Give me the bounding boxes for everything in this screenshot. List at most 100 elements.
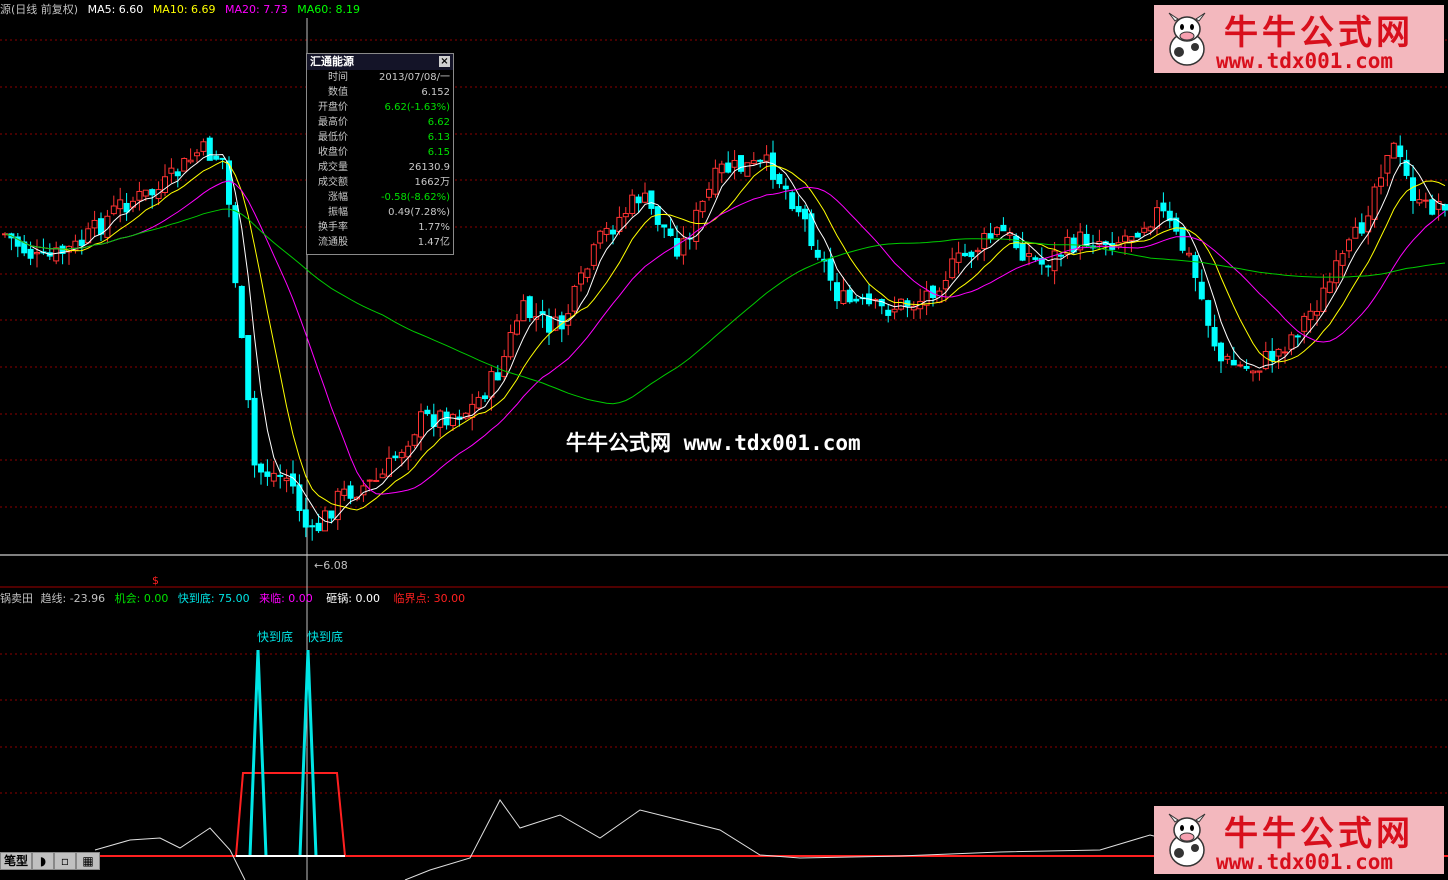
- cow-icon: [1168, 813, 1206, 867]
- popup-row-label: 振幅: [328, 207, 348, 218]
- candle-body: [1154, 207, 1160, 229]
- candle-body: [219, 157, 226, 160]
- candle-body: [891, 308, 898, 313]
- candle-body: [245, 335, 252, 401]
- sell-marker: $: [152, 574, 159, 587]
- chart-type-button[interactable]: 笔型: [0, 852, 32, 870]
- candle-body: [546, 315, 552, 333]
- candle-body: [789, 192, 796, 210]
- candle-body: [712, 167, 719, 195]
- moon-icon[interactable]: ◗: [32, 852, 54, 870]
- site-logo: 牛牛公式网 www.tdx001.com: [1154, 5, 1444, 73]
- candle-body: [168, 167, 175, 174]
- candle-body: [1275, 348, 1282, 357]
- candle-body: [1326, 281, 1333, 293]
- candle-body: [1243, 365, 1250, 369]
- candle-body: [1122, 235, 1128, 243]
- candle-body: [507, 332, 514, 358]
- candle-body: [213, 155, 220, 160]
- candle-body: [955, 252, 962, 263]
- candle-body: [1256, 370, 1263, 373]
- candle-body: [392, 455, 399, 459]
- popup-row-value: 6.152: [421, 87, 450, 98]
- candle-body: [1160, 202, 1167, 212]
- candle-body: [1333, 260, 1340, 284]
- min-price-label: ←6.08: [314, 559, 348, 572]
- candle-body: [1314, 310, 1320, 316]
- candle-body: [706, 188, 712, 198]
- candle-body: [1205, 300, 1212, 326]
- candle-body: [1173, 217, 1180, 232]
- candle-body: [776, 174, 783, 185]
- candle-body: [1390, 142, 1397, 159]
- candle-body: [53, 247, 60, 262]
- candle-body: [597, 230, 604, 244]
- trend-line: [404, 799, 1201, 880]
- candle-body: [744, 162, 751, 177]
- trend-readout: 趋线: -23.96: [40, 592, 106, 605]
- popup-row: 涨幅 -0.58(-8.62%): [307, 190, 453, 205]
- popup-row: 成交量 26130.9: [307, 160, 453, 175]
- critical-readout: 临界点: 30.00: [393, 592, 466, 605]
- candle-body: [1058, 254, 1064, 257]
- signal-label: 快到底: [257, 630, 294, 644]
- candle-body: [1358, 222, 1365, 234]
- candle-body: [622, 213, 629, 218]
- chance-readout: 机会: 0.00: [114, 592, 169, 605]
- candle-body: [206, 137, 213, 161]
- popup-row-value: 6.15: [427, 147, 450, 158]
- candle-body: [1141, 227, 1148, 233]
- candle-body: [501, 356, 508, 377]
- candle-body: [968, 251, 975, 258]
- popup-row-value: 0.49(7.28%): [388, 207, 450, 218]
- candle-body: [1442, 204, 1448, 211]
- candle-body: [942, 279, 949, 290]
- popup-row-value: 6.62: [427, 117, 450, 128]
- data-info-popup[interactable]: 汇通能源 × 时间 2013/07/08/一 数值 6.152 开盘价 6.62(-1.6…: [306, 53, 454, 255]
- popup-row-label: 最高价: [318, 117, 348, 128]
- candle-body: [648, 190, 655, 209]
- candle-body: [642, 192, 648, 203]
- candle-body: [251, 397, 258, 466]
- candle-body: [1026, 253, 1032, 257]
- candle-body: [795, 206, 802, 213]
- candle-body: [110, 205, 117, 215]
- candle-body: [1429, 199, 1436, 215]
- candle-body: [725, 162, 732, 173]
- window-icon[interactable]: ▫: [54, 852, 76, 870]
- candle-body: [1000, 224, 1007, 232]
- ma20-readout: MA20: 7.73: [225, 3, 288, 16]
- candle-body: [661, 224, 668, 228]
- grid-icon[interactable]: ▦: [76, 852, 100, 870]
- logo-text: 牛牛公式网: [1224, 13, 1414, 53]
- candle-body: [117, 199, 124, 210]
- candle-body: [373, 479, 380, 482]
- candle-body: [834, 282, 840, 302]
- ma60-readout: MA60: 8.19: [297, 3, 360, 16]
- stock-title: 源(日线 前复权): [0, 3, 79, 16]
- candle-body: [475, 396, 482, 409]
- popup-row-value: 2013/07/08/一: [378, 72, 450, 83]
- candle-body: [590, 244, 597, 266]
- popup-row-value: -0.58(-8.62%): [380, 192, 450, 203]
- chart-toolbar: 笔型 ◗ ▫ ▦: [0, 852, 100, 870]
- popup-row-value: 6.62(-1.63%): [384, 102, 450, 113]
- popup-row-label: 开盘价: [318, 102, 348, 113]
- candle-body: [418, 411, 424, 438]
- candle-body: [994, 227, 1000, 235]
- candle-body: [667, 228, 674, 237]
- candle-body: [1211, 327, 1218, 347]
- candle-body: [1218, 342, 1224, 362]
- candle-body: [27, 248, 34, 259]
- near-bottom-spike: [248, 649, 268, 857]
- close-icon[interactable]: ×: [439, 56, 450, 67]
- candle-body: [187, 159, 194, 163]
- popup-row-label: 换手率: [318, 222, 348, 233]
- popup-row-label: 数值: [328, 87, 348, 98]
- candle-body: [1378, 177, 1384, 187]
- candle-body: [309, 525, 316, 528]
- candle-body: [270, 472, 277, 482]
- candle-body: [488, 371, 495, 398]
- indicator-header: 锅卖田 趋线: -23.96 机会: 0.00 快到底: 75.00 来临: 0…: [0, 590, 471, 606]
- popup-row-value: 1662万: [414, 177, 450, 188]
